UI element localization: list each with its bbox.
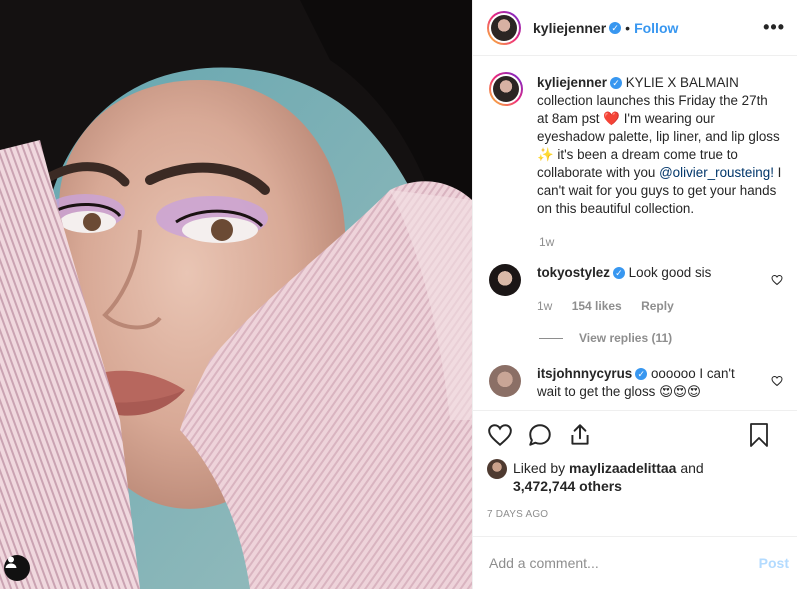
verified-badge-icon: ✓ [609, 77, 622, 90]
add-comment-bar: Add a comment... Post [473, 536, 797, 589]
caption-mention-link[interactable]: @olivier_rousteing! [659, 165, 774, 180]
like-count-link[interactable]: 3,472,744 others [513, 478, 622, 494]
share-icon [571, 424, 589, 445]
verified-badge-icon: ✓ [612, 267, 625, 280]
share-button[interactable] [567, 422, 593, 448]
post-sidebar: kyliejenner ✓ • Follow ••• kyliejenner ✓ … [472, 0, 797, 589]
view-replies-button[interactable]: View replies (11) [539, 331, 785, 345]
like-button[interactable] [487, 422, 513, 448]
comment-text: Look good sis [628, 265, 712, 280]
verified-badge-icon: ✓ [635, 368, 648, 381]
comment-icon [529, 424, 551, 446]
post-header: kyliejenner ✓ • Follow ••• [473, 0, 797, 56]
follow-button[interactable]: Follow [634, 20, 678, 36]
caption-username[interactable]: kyliejenner [537, 75, 607, 90]
author-avatar[interactable] [487, 10, 521, 45]
comment-meta: 1w 154 likes Reply [537, 297, 752, 315]
comment-input[interactable]: Add a comment... [489, 555, 599, 571]
comment-time[interactable]: 1w [537, 299, 552, 313]
commenter-username[interactable]: tokyostylez [537, 265, 610, 280]
sparkles-emoji: ✨ [537, 147, 554, 162]
caption-text: kyliejenner ✓ KYLIE X BALMAIN collection … [537, 74, 782, 218]
author-username[interactable]: kyliejenner [533, 20, 606, 36]
comment-item: itsjohnnycyrus ✓ oooooo I can't wait to g… [489, 365, 785, 401]
post-photo[interactable] [0, 0, 472, 589]
comments-section[interactable]: kyliejenner ✓ KYLIE X BALMAIN collection … [473, 56, 797, 410]
replies-divider [539, 337, 563, 339]
post-comment-button[interactable]: Post [759, 555, 789, 571]
save-button[interactable] [747, 422, 771, 448]
liker-username[interactable]: maylizaadelittaa [569, 460, 676, 476]
post-photo-illustration [0, 0, 472, 589]
header-separator: • [625, 19, 631, 36]
liked-by: Liked by maylizaadelittaa and 3,472,744 … [487, 459, 785, 495]
liked-by-prefix: Liked by [513, 460, 566, 476]
bookmark-icon [750, 423, 768, 447]
comment-button[interactable] [527, 422, 553, 448]
commenter-avatar[interactable] [489, 264, 521, 296]
action-bar [487, 415, 785, 455]
comment-item: tokyostylez ✓ Look good sis 1w 154 likes … [489, 264, 785, 315]
heart-eyes-emoji: 😍😍😍 [659, 384, 701, 399]
user-tag-button[interactable] [4, 555, 30, 581]
comment-like-heart-icon[interactable] [771, 375, 783, 387]
comment-body: tokyostylez ✓ Look good sis 1w 154 likes … [537, 264, 752, 315]
more-options-icon[interactable]: ••• [763, 17, 785, 38]
caption-avatar[interactable] [489, 72, 523, 106]
reply-button[interactable]: Reply [641, 299, 674, 313]
comment-likes[interactable]: 154 likes [572, 299, 622, 313]
liked-by-text: Liked by maylizaadelittaa and 3,472,744 … [513, 459, 704, 495]
user-tag-icon [5, 556, 17, 568]
comment-like-heart-icon[interactable] [771, 274, 783, 286]
commenter-username[interactable]: itsjohnnycyrus [537, 366, 632, 381]
liker-avatar[interactable] [487, 459, 507, 479]
heart-emoji: ❤️ [603, 111, 620, 126]
post-date[interactable]: 7 DAYS AGO [487, 509, 785, 520]
heart-icon [488, 424, 512, 447]
post-container: kyliejenner ✓ • Follow ••• kyliejenner ✓ … [0, 0, 797, 589]
liked-by-and: and [680, 460, 704, 476]
commenter-avatar[interactable] [489, 365, 521, 397]
verified-badge-icon: ✓ [609, 21, 622, 34]
caption: kyliejenner ✓ KYLIE X BALMAIN collection … [489, 72, 785, 218]
post-actions: Liked by maylizaadelittaa and 3,472,744 … [473, 410, 797, 520]
view-replies-label: View replies (11) [579, 331, 673, 345]
caption-time[interactable]: 1w [539, 235, 785, 249]
comment-body: itsjohnnycyrus ✓ oooooo I can't wait to g… [537, 365, 752, 401]
